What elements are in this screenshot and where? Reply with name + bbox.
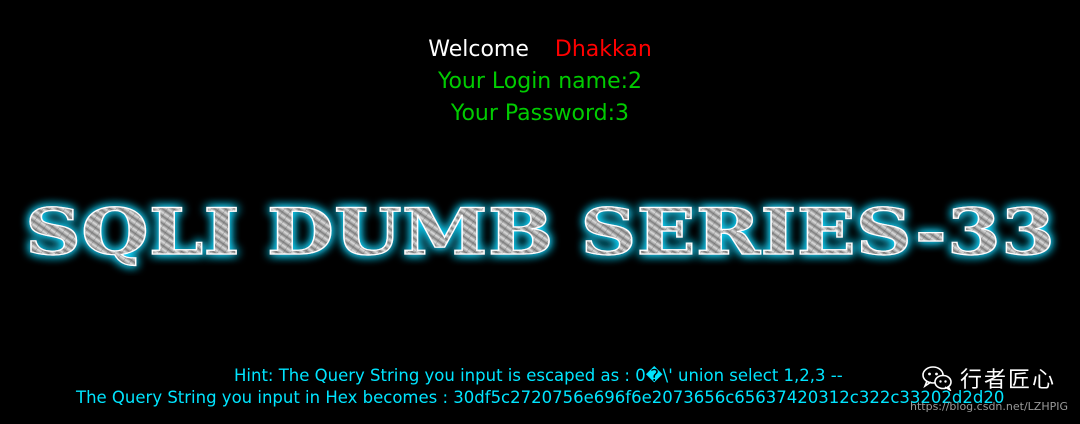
login-name-text: Your Login name:2	[437, 69, 643, 94]
password-text: Your Password:3	[450, 101, 630, 126]
user-name: Dhakkan	[554, 37, 652, 62]
banner: SQLI DUMB SERIES-33	[0, 186, 1080, 276]
wechat-icon	[922, 366, 952, 391]
page: Welcome Dhakkan Your Login name:2 Your Pa…	[0, 0, 1080, 424]
welcome-text: Welcome	[428, 37, 529, 62]
watermark-url: https://blog.csdn.net/LZHPIG	[909, 400, 1068, 413]
watermark-brand: 行者匠心	[959, 368, 1056, 393]
welcome-line: Welcome Dhakkan	[0, 34, 1080, 66]
banner-title-graphic: SQLI DUMB SERIES-33	[24, 194, 1055, 270]
welcome-block: Welcome Dhakkan Your Login name:2 Your Pa…	[0, 34, 1080, 130]
watermark: 行者匠心	[922, 360, 1056, 396]
banner-title: SQLI DUMB SERIES-33	[25, 195, 1055, 270]
